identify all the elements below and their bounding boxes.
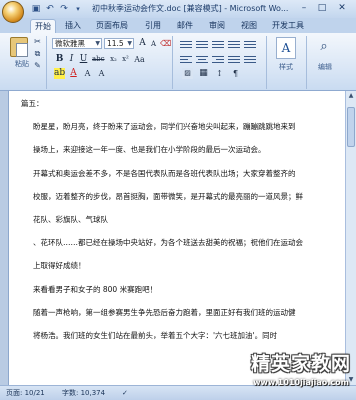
undo-icon[interactable]: ↶ bbox=[44, 3, 56, 15]
document-line: 篇五： bbox=[21, 99, 44, 108]
shrink-font-icon[interactable]: A bbox=[148, 39, 159, 50]
font-name-combo[interactable]: 微软雅黑 ▼ bbox=[52, 38, 102, 49]
cut-icon[interactable]: ✂ bbox=[32, 37, 43, 47]
grow-font-icon[interactable]: A bbox=[137, 38, 148, 49]
show-marks-icon[interactable]: ¶ bbox=[230, 68, 241, 79]
numbering-icon[interactable] bbox=[196, 39, 208, 49]
ribbon: ✂ ⧉ ✎ 粘贴 微软雅黑 ▼ 11.5 ▼ A A ⌫ B I U abc x₂ … bbox=[0, 33, 356, 91]
align-center-icon[interactable] bbox=[196, 54, 208, 64]
minimize-icon[interactable]: – bbox=[296, 2, 312, 15]
ribbon-tabs: 开始 插入 页面布局 引用 邮件 审阅 视图 开发工具 bbox=[0, 18, 356, 33]
italic-icon[interactable]: I bbox=[66, 54, 77, 65]
language-icon[interactable]: ✓ bbox=[122, 388, 128, 399]
subscript-icon[interactable]: x₂ bbox=[108, 54, 119, 65]
vertical-scrollbar[interactable]: ▲ ▼ bbox=[345, 91, 356, 385]
maximize-icon[interactable]: □ bbox=[314, 2, 330, 15]
styles-label[interactable]: 样式 bbox=[270, 63, 302, 72]
tab-view[interactable]: 视图 bbox=[238, 19, 260, 33]
document-line: 来看看男子和女子的 800 米赛跑吧！ bbox=[33, 284, 158, 294]
scroll-up-icon[interactable]: ▲ bbox=[346, 91, 356, 101]
chevron-down-icon: ▼ bbox=[95, 40, 100, 47]
document-page[interactable]: 篇五： 盼星星，盼月亮，终于盼来了运动会，同学们兴奋地尖叫起来，蹦蹦跳跳地来到 操场… bbox=[8, 91, 346, 385]
bold-icon[interactable]: B bbox=[54, 54, 65, 65]
tab-references[interactable]: 引用 bbox=[142, 19, 164, 33]
document-line: 校服，迈着整齐的步伐，昂首挺胸，面带微笑，是开幕式的最亮丽的一道风景；鲜 bbox=[33, 191, 303, 201]
customize-toolbar-icon[interactable]: ▾ bbox=[72, 3, 84, 15]
save-icon[interactable]: ▣ bbox=[30, 3, 42, 15]
tab-mailings[interactable]: 邮件 bbox=[174, 19, 196, 33]
tab-page-layout[interactable]: 页面布局 bbox=[90, 19, 134, 33]
document-line: 盼星星，盼月亮，终于盼来了运动会，同学们兴奋地尖叫起来，蹦蹦跳跳地来到 bbox=[33, 122, 296, 132]
separator bbox=[266, 36, 267, 89]
tab-home[interactable]: 开始 bbox=[30, 19, 56, 33]
close-icon[interactable]: ✕ bbox=[334, 2, 350, 15]
document-line: 操场上，来迎接这一年一度、也是我们在小学阶段的最后一次运动会。 bbox=[33, 145, 266, 155]
editing-label[interactable]: 编辑 bbox=[310, 63, 340, 72]
separator bbox=[306, 36, 307, 89]
page-count[interactable]: 页面: 10/21 bbox=[6, 388, 45, 399]
watermark-text: 精英家教网 bbox=[250, 353, 351, 375]
paste-icon[interactable] bbox=[10, 37, 28, 57]
document-area: 篇五： 盼星星，盼月亮，终于盼来了运动会，同学们兴奋地尖叫起来，蹦蹦跳跳地来到 操场… bbox=[0, 91, 356, 385]
word-count[interactable]: 字数: 10,374 bbox=[62, 388, 105, 399]
watermark: 精英家教网 www.1010jiajiao.com bbox=[248, 351, 354, 391]
align-left-icon[interactable] bbox=[180, 54, 192, 64]
font-size-combo[interactable]: 11.5 ▼ bbox=[104, 38, 134, 49]
find-icon[interactable]: ⌕ bbox=[316, 39, 332, 55]
superscript-icon[interactable]: x² bbox=[120, 54, 131, 65]
underline-icon[interactable]: U bbox=[78, 54, 89, 65]
align-right-icon[interactable] bbox=[212, 54, 224, 64]
character-shading-icon[interactable]: A bbox=[82, 68, 93, 79]
font-color-icon[interactable]: A bbox=[68, 68, 79, 79]
decrease-indent-icon[interactable] bbox=[228, 39, 240, 49]
watermark-url: www.1010jiajiao.com bbox=[253, 378, 349, 387]
document-line: 将杨浩。我们班的女生们站在最前头，举着五个大字：'六七班加油'。同时 bbox=[33, 331, 278, 340]
office-button[interactable] bbox=[2, 1, 24, 23]
clear-format-icon[interactable]: ⌫ bbox=[160, 38, 171, 49]
document-line: 开幕式和奥运会差不多，不是各国代表队而是各班代表队出场；大家穿着整齐的 bbox=[33, 168, 296, 178]
document-line: 花队、彩旗队、气球队 bbox=[33, 215, 108, 224]
copy-icon[interactable]: ⧉ bbox=[32, 49, 43, 59]
sort-icon[interactable]: ↕ bbox=[214, 68, 225, 79]
title-bar: ▣ ↶ ↷ ▾ 初中秋季运动会作文.doc [兼容模式] - Microsoft… bbox=[0, 0, 356, 23]
borders-icon[interactable]: ▦ bbox=[198, 68, 209, 79]
increase-indent-icon[interactable] bbox=[244, 39, 256, 49]
character-border-icon[interactable]: A bbox=[96, 68, 107, 79]
tab-insert[interactable]: 插入 bbox=[62, 19, 84, 33]
document-line: 上取得好成绩！ bbox=[33, 261, 86, 271]
tab-review[interactable]: 审阅 bbox=[206, 19, 228, 33]
font-name-value: 微软雅黑 bbox=[55, 39, 85, 48]
tab-developer[interactable]: 开发工具 bbox=[268, 19, 308, 33]
styles-gallery[interactable]: A bbox=[276, 37, 296, 59]
font-size-value: 11.5 bbox=[107, 39, 124, 48]
change-case-icon[interactable]: Aa bbox=[134, 54, 145, 65]
multilevel-list-icon[interactable] bbox=[212, 39, 224, 49]
justify-icon[interactable] bbox=[228, 54, 240, 64]
scroll-thumb[interactable] bbox=[347, 107, 355, 147]
line-spacing-icon[interactable] bbox=[244, 54, 256, 64]
shading-icon[interactable]: ▨ bbox=[182, 68, 193, 79]
document-line: 随着一声枪响，第一组参赛男生争先恐后奋力跑着，里面正好有我们班的运动健 bbox=[33, 307, 296, 317]
strikethrough-icon[interactable]: abc bbox=[92, 54, 105, 65]
redo-icon[interactable]: ↷ bbox=[58, 3, 70, 15]
chevron-down-icon: ▼ bbox=[127, 40, 132, 47]
paste-label[interactable]: 粘贴 bbox=[4, 60, 40, 69]
window-title: 初中秋季运动会作文.doc [兼容模式] - Microsoft Wo... bbox=[92, 4, 288, 13]
bullets-icon[interactable] bbox=[180, 39, 192, 49]
separator bbox=[46, 36, 47, 89]
document-line: 、花环队……都已经在操场中央站好，为各个班送去甜美的祝福；祝他们在运动会 bbox=[33, 238, 303, 248]
highlight-icon[interactable]: ab bbox=[54, 68, 65, 79]
separator bbox=[172, 36, 173, 89]
